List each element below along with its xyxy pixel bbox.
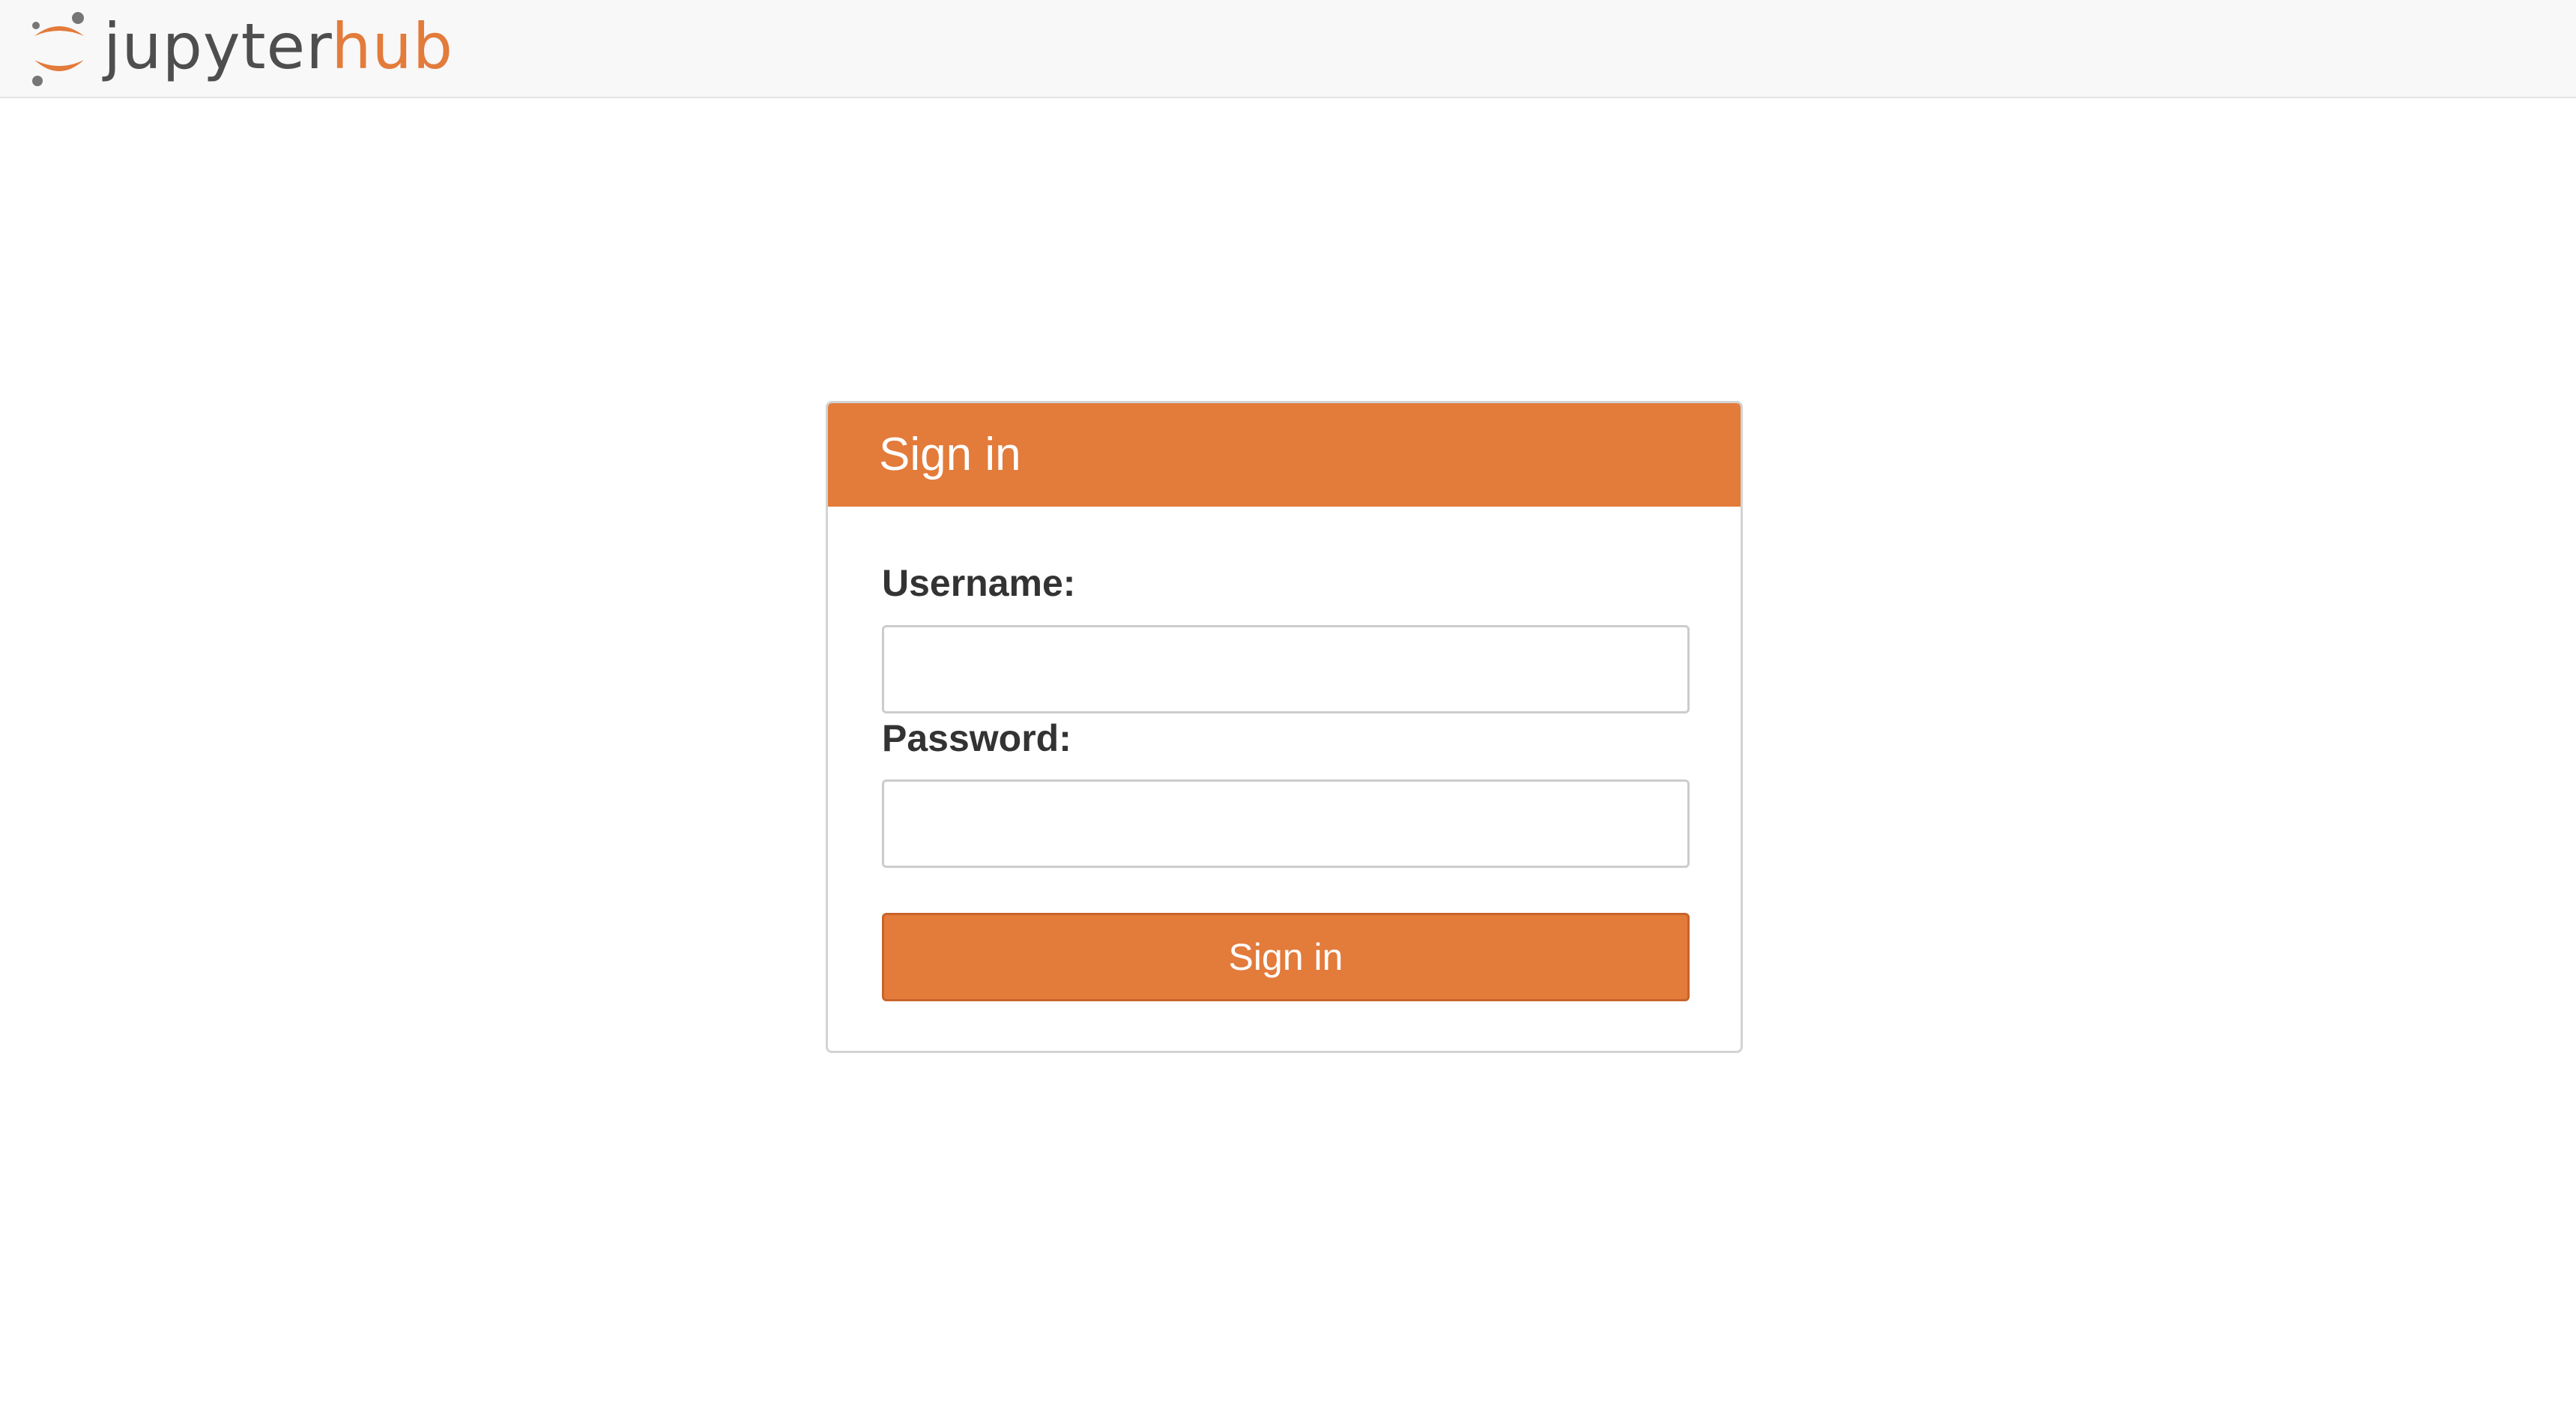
login-panel: Sign in Username: Password: Sign in: [826, 401, 1743, 1053]
username-label: Username:: [882, 562, 1076, 604]
sign-in-button[interactable]: Sign in: [882, 913, 1690, 1001]
logo-text-jupyter: jupyter: [103, 10, 332, 83]
jupyterhub-logo-link[interactable]: jupyterhub: [28, 10, 453, 88]
login-panel-title: Sign in: [828, 403, 1741, 507]
logo-text-hub: hub: [331, 10, 454, 83]
top-navbar: jupyterhub: [0, 0, 2576, 98]
password-input[interactable]: [882, 779, 1690, 868]
username-input[interactable]: [882, 625, 1690, 713]
logo-wordmark: jupyterhub: [103, 10, 453, 88]
jupyter-logo-icon: [32, 12, 84, 86]
password-label: Password:: [882, 717, 1071, 759]
